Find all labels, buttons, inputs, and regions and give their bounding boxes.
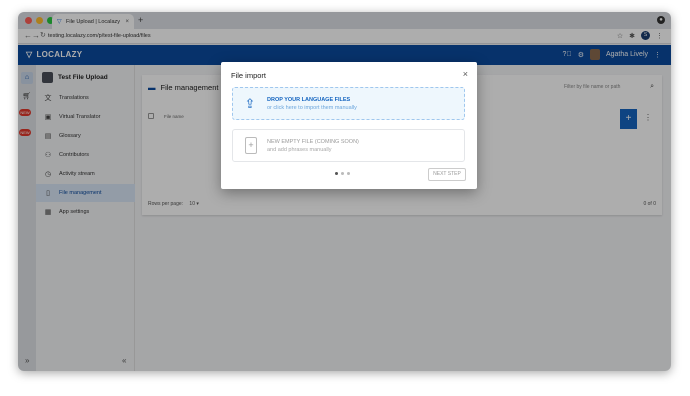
dialog-title: File import: [231, 71, 267, 80]
drop-language-files-option[interactable]: ⇪ DROP YOUR LANGUAGE FILES or click here…: [232, 87, 465, 120]
drop-files-subtitle: or click here to import them manually: [267, 105, 357, 111]
new-file-icon: +: [245, 137, 257, 154]
upload-file-icon: ⇪: [244, 96, 256, 111]
file-import-dialog: File import × ⇪ DROP YOUR LANGUAGE FILES…: [221, 62, 477, 189]
step-dot: [335, 172, 338, 175]
browser-window: ▽ File Upload | Localazy × + ● ← → ↻ tes…: [18, 12, 671, 371]
step-indicator: [335, 172, 350, 175]
step-dot: [347, 172, 350, 175]
next-step-button[interactable]: NEXT STEP: [428, 168, 466, 181]
new-file-subtitle: and add phrases manually: [267, 147, 332, 153]
close-icon[interactable]: ×: [463, 69, 468, 79]
step-dot: [341, 172, 344, 175]
drop-files-title: DROP YOUR LANGUAGE FILES: [267, 97, 351, 103]
new-empty-file-option: + NEW EMPTY FILE (COMING SOON) and add p…: [232, 129, 465, 162]
new-file-title: NEW EMPTY FILE (COMING SOON): [267, 139, 359, 145]
